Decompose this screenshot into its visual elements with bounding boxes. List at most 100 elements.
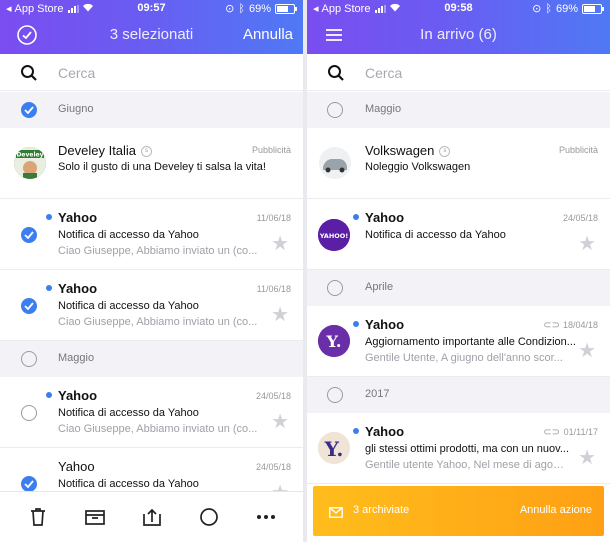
ad-subject: Noleggio Volkswagen <box>365 161 471 173</box>
status-bar: ◂ App Store 09:57 ⊙ ᛒ 69% <box>0 0 303 16</box>
unchecked-icon[interactable] <box>21 351 37 367</box>
message-row[interactable]: YAHOO! Yahoo 24/05/18 Notifica di access… <box>307 199 610 270</box>
unchecked-icon[interactable] <box>327 280 343 296</box>
bottom-toolbar <box>0 491 303 542</box>
undo-button[interactable]: Annulla azione <box>520 504 592 516</box>
checked-icon[interactable] <box>21 298 37 314</box>
rotation-lock-icon: ⊙ <box>532 3 542 15</box>
section-label: Giugno <box>58 103 94 115</box>
search-bar[interactable]: Cerca <box>0 56 303 91</box>
svg-text:YAHOO!: YAHOO! <box>319 232 349 240</box>
message-subject: gli stessi ottimi prodotti, ma con un nu… <box>365 443 569 455</box>
attachment-icon: ⊂⊃ <box>543 427 560 438</box>
yahoo-avatar: YAHOO! <box>318 219 350 251</box>
message-date: 11/06/18 <box>256 284 291 294</box>
yahoo-avatar: Y. <box>318 325 350 357</box>
message-preview: Ciao Giuseppe, Abbiamo inviato un (co... <box>58 316 258 328</box>
selection-screen: ◂ App Store 09:57 ⊙ ᛒ 69% 3 selezionati … <box>0 0 303 542</box>
section-label: Maggio <box>365 103 402 115</box>
page-title: In arrivo (6) <box>420 26 497 43</box>
toast-message: 3 archiviate <box>353 504 410 516</box>
advertiser-avatar: Develey <box>14 147 46 179</box>
unread-dot-icon <box>46 392 52 398</box>
advertiser-avatar <box>319 147 351 179</box>
more-icon[interactable] <box>255 506 277 528</box>
search-bar[interactable]: Cerca <box>307 56 610 91</box>
star-icon[interactable]: ★ <box>578 341 596 361</box>
envelope-icon <box>329 505 343 523</box>
search-icon <box>21 65 37 81</box>
unchecked-icon[interactable] <box>327 387 343 403</box>
ad-label: Pubblicità <box>558 145 598 155</box>
unchecked-icon[interactable] <box>21 405 37 421</box>
attachment-icon: ⊂⊃ <box>543 320 560 331</box>
sender-name: Volkswagen s <box>365 143 451 158</box>
move-icon[interactable] <box>141 506 163 528</box>
unchecked-icon[interactable] <box>327 102 343 118</box>
message-row[interactable]: Yahoo 11/06/18 Notifica di accesso da Ya… <box>0 199 303 270</box>
message-date: 11/06/18 <box>256 213 291 223</box>
nav-bar: 3 selezionati Annulla <box>0 20 303 50</box>
screenshot: ◂ App Store 09:57 ⊙ ᛒ 69% 3 selezionati … <box>0 0 610 542</box>
status-bar: ◂ App Store 09:58 ⊙ ᛒ 69% <box>307 0 610 16</box>
star-icon[interactable]: ★ <box>271 305 289 325</box>
unread-dot-icon <box>46 285 52 291</box>
section-header[interactable]: Giugno <box>0 92 303 128</box>
star-icon[interactable]: ★ <box>271 412 289 432</box>
search-placeholder: Cerca <box>58 65 96 81</box>
message-date: 24/05/18 <box>255 462 291 472</box>
section-header[interactable]: Maggio <box>0 341 303 377</box>
bluetooth-icon: ᛒ <box>545 2 552 15</box>
archive-toast: 3 archiviate Annulla azione <box>313 486 604 536</box>
message-row[interactable]: Y. Yahoo ⊂⊃ 18/04/18 Aggiornamento impor… <box>307 306 610 377</box>
header: ◂ App Store 09:58 ⊙ ᛒ 69% In arrivo (6) <box>307 0 610 54</box>
message-row[interactable]: Yahoo 11/06/18 Notifica di accesso da Ya… <box>0 270 303 341</box>
unread-dot-icon <box>353 214 359 220</box>
ad-item[interactable]: Volkswagen s Pubblicità Noleggio Volkswag… <box>307 128 610 199</box>
section-label: Aprile <box>365 281 394 293</box>
section-header[interactable]: Maggio <box>307 92 610 128</box>
message-preview: Gentile Utente, A giugno dell'anno scor.… <box>365 352 563 364</box>
sender-name: Yahoo <box>365 424 405 439</box>
unread-dot-icon <box>353 321 359 327</box>
svg-text:Y.: Y. <box>324 437 344 461</box>
mark-icon[interactable] <box>198 506 220 528</box>
message-subject: Notifica di accesso da Yahoo <box>365 229 506 241</box>
star-icon[interactable]: ★ <box>578 448 596 468</box>
sponsored-icon: s <box>141 146 153 158</box>
battery-icon <box>582 3 604 14</box>
sponsored-icon: s <box>439 146 451 158</box>
message-date: 24/05/18 <box>255 391 291 401</box>
checked-icon[interactable] <box>21 476 37 492</box>
trash-icon[interactable] <box>27 506 49 528</box>
section-header[interactable]: 2017 <box>307 377 610 413</box>
message-row[interactable]: Yahoo 24/05/18 Notifica di accesso da Ya… <box>0 377 303 448</box>
yahoo-avatar: Y. <box>318 432 350 464</box>
section-header[interactable]: Aprile <box>307 270 610 306</box>
unread-dot-icon <box>46 214 52 220</box>
cancel-button[interactable]: Annulla <box>243 26 293 43</box>
svg-text:Y.: Y. <box>326 332 342 351</box>
message-row[interactable]: Y. Yahoo ⊂⊃ 01/11/17 gli stessi ottimi p… <box>307 413 610 484</box>
checked-icon[interactable] <box>21 227 37 243</box>
nav-bar: In arrivo (6) <box>307 20 610 50</box>
sender-name: Yahoo <box>58 388 98 403</box>
star-icon[interactable]: ★ <box>271 234 289 254</box>
message-subject: Aggiornamento importante alle Condizion.… <box>365 336 576 348</box>
section-check-icon[interactable] <box>21 102 37 118</box>
message-subject: Notifica di accesso da Yahoo <box>58 229 199 241</box>
sender-name: Yahoo <box>58 281 98 296</box>
ad-item[interactable]: Develey Develey Italia s Pubblicità Solo … <box>0 128 303 199</box>
message-subject: Notifica di accesso da Yahoo <box>58 478 199 490</box>
bluetooth-icon: ᛒ <box>238 2 245 15</box>
ad-subject: Solo il gusto di una Develey ti salsa la… <box>58 161 266 173</box>
archive-icon[interactable] <box>84 506 106 528</box>
header: ◂ App Store 09:57 ⊙ ᛒ 69% 3 selezionati … <box>0 0 303 54</box>
message-subject: Notifica di accesso da Yahoo <box>58 300 199 312</box>
sender-name: Yahoo <box>365 317 405 332</box>
rotation-lock-icon: ⊙ <box>225 3 235 15</box>
inbox-screen: ◂ App Store 09:58 ⊙ ᛒ 69% In arrivo (6) <box>307 0 610 542</box>
battery-percent: 69% <box>248 2 271 15</box>
star-icon[interactable]: ★ <box>578 234 596 254</box>
message-preview: Ciao Giuseppe, Abbiamo inviato un (co... <box>58 423 258 435</box>
